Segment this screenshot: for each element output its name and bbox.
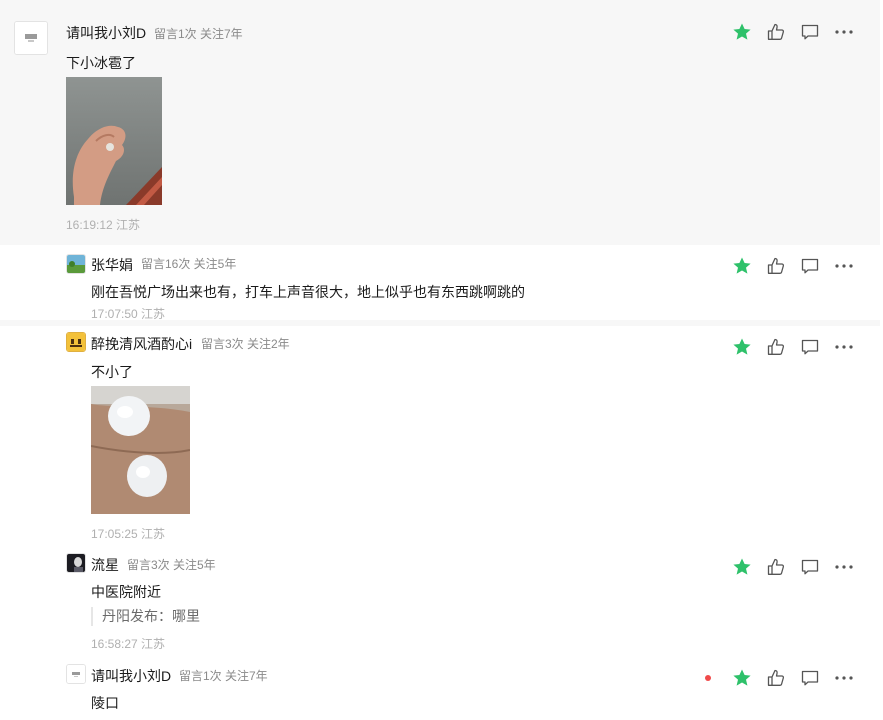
comment-time: 17:05:25 江苏 [91, 527, 166, 541]
comment-time: 16:19:12 江苏 [66, 218, 141, 232]
comment-icon[interactable] [800, 22, 820, 42]
star-icon[interactable] [732, 557, 752, 577]
comment-text: 中医院附近 [91, 584, 161, 600]
comment-text: 刚在吾悦广场出来也有，打车上声音很大，地上似乎也有东西跳啊跳的 [91, 284, 525, 300]
comment-3: 醉挽清风酒酌心i 留言3次 关注2年 不小了 17:05:25 江苏 [0, 326, 880, 548]
comment-icon[interactable] [800, 557, 820, 577]
comment-icon[interactable] [800, 337, 820, 357]
more-icon[interactable] [834, 256, 854, 276]
star-icon[interactable] [732, 256, 752, 276]
comment-icon[interactable] [800, 256, 820, 276]
star-icon[interactable] [732, 668, 752, 688]
thumbs-up-icon[interactable] [766, 557, 786, 577]
more-icon[interactable] [834, 337, 854, 357]
thumbs-up-icon[interactable] [766, 668, 786, 688]
hand-with-hailstone-photo [66, 77, 162, 205]
comment-actions [0, 557, 880, 577]
thumbs-up-icon[interactable] [766, 337, 786, 357]
comment-actions [0, 337, 880, 357]
thumbs-up-icon[interactable] [766, 256, 786, 276]
unread-dot [705, 675, 711, 681]
thumbs-up-icon[interactable] [766, 22, 786, 42]
comment-time: 16:58:27 江苏 [91, 637, 166, 651]
comment-icon[interactable] [800, 668, 820, 688]
comment-photo[interactable] [66, 77, 162, 205]
comment-text: 下小冰雹了 [66, 55, 136, 71]
more-icon[interactable] [834, 557, 854, 577]
comment-text: 不小了 [91, 364, 133, 380]
star-icon[interactable] [732, 22, 752, 42]
author-reply: 丹阳发布：哪里 [91, 607, 200, 626]
comment-photo[interactable] [91, 386, 190, 514]
comment-actions [0, 668, 880, 688]
more-icon[interactable] [834, 668, 854, 688]
hailstones-in-palm-photo [91, 386, 190, 514]
star-icon[interactable] [732, 337, 752, 357]
comment-actions [0, 256, 880, 276]
comment-text: 陵口 [91, 695, 119, 711]
comment-actions [0, 22, 880, 42]
more-icon[interactable] [834, 22, 854, 42]
